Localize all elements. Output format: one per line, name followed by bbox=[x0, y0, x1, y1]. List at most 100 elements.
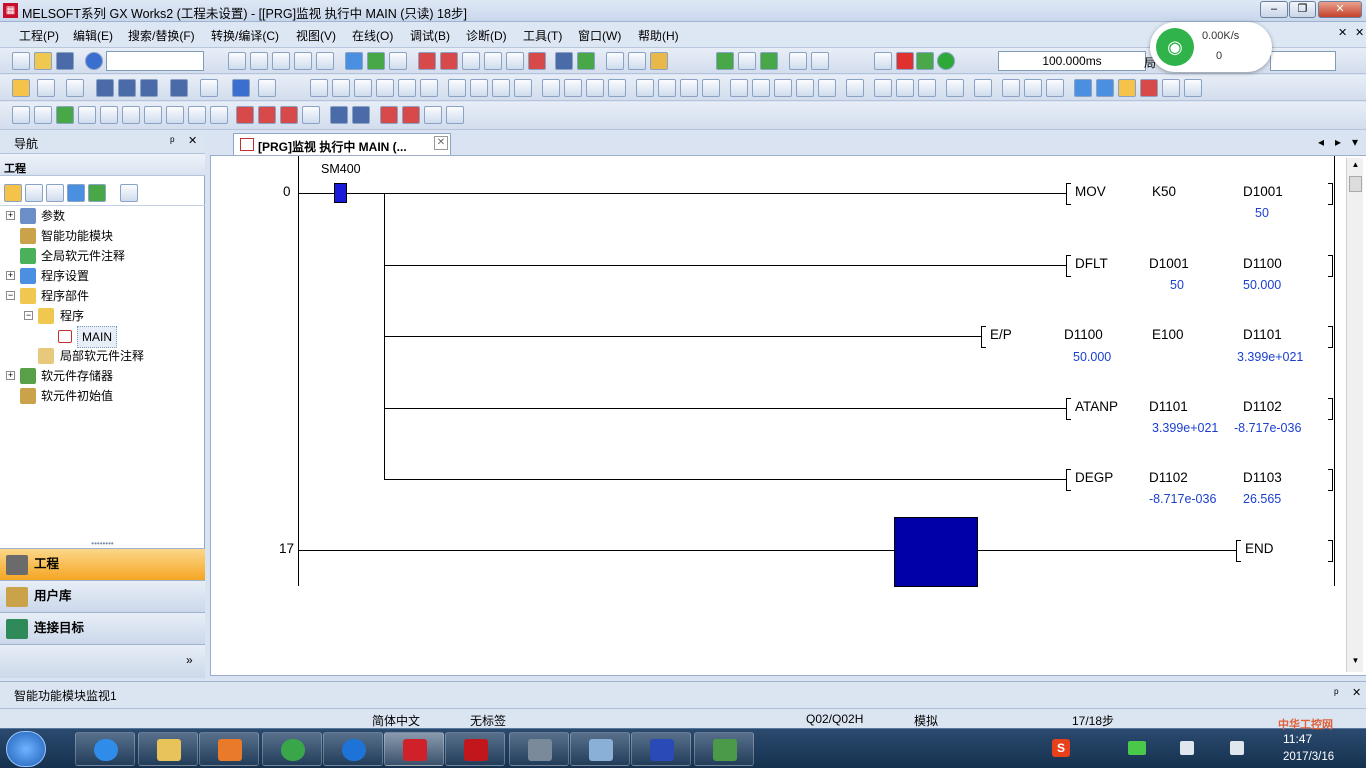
tool-o-icon[interactable] bbox=[1140, 79, 1158, 97]
nav-button-project[interactable]: 工程 bbox=[0, 548, 205, 580]
paste-item-icon[interactable] bbox=[46, 184, 64, 202]
tab-next-icon[interactable]: ▸ bbox=[1335, 135, 1341, 149]
instruction-search-icon[interactable] bbox=[389, 52, 407, 70]
vline-delete-icon[interactable] bbox=[514, 79, 532, 97]
menu-help[interactable]: 帮助(H) bbox=[638, 27, 679, 44]
operation2-icon[interactable] bbox=[680, 79, 698, 97]
clock-time[interactable]: 11:47 bbox=[1283, 732, 1312, 746]
network-widget[interactable]: ◉ 0.00K/s 0 bbox=[1150, 22, 1272, 72]
paste-icon[interactable] bbox=[272, 52, 290, 70]
tree-item-main[interactable]: MAIN bbox=[0, 326, 200, 348]
list-icon[interactable] bbox=[66, 79, 84, 97]
vline-icon[interactable] bbox=[492, 79, 510, 97]
tool-l-icon[interactable] bbox=[1046, 79, 1064, 97]
edit-j-icon[interactable] bbox=[210, 106, 228, 124]
taskbar-ie[interactable] bbox=[75, 732, 135, 766]
af9-icon[interactable] bbox=[818, 79, 836, 97]
tool-a-icon[interactable] bbox=[606, 52, 624, 70]
falling-pulse-icon[interactable] bbox=[564, 79, 582, 97]
panel-close-icon[interactable]: ✕ bbox=[1352, 686, 1361, 699]
restore-button[interactable]: ❐ bbox=[1289, 1, 1316, 18]
help-icon[interactable] bbox=[85, 52, 103, 70]
device-replace-icon[interactable] bbox=[367, 52, 385, 70]
write-to-plc-icon[interactable] bbox=[418, 52, 436, 70]
zoom2-icon[interactable] bbox=[1184, 79, 1202, 97]
more-chevron-icon[interactable]: » bbox=[186, 653, 193, 667]
taskbar-k-app[interactable] bbox=[323, 732, 383, 766]
cut-icon[interactable] bbox=[228, 52, 246, 70]
simulation-icon[interactable] bbox=[716, 52, 734, 70]
tree-item-device-memory[interactable]: + 软元件存储器 bbox=[0, 366, 200, 386]
device-register-icon[interactable] bbox=[577, 52, 595, 70]
sim-run-icon[interactable] bbox=[760, 52, 778, 70]
mdi-close-icon-2[interactable]: ✕ bbox=[1355, 26, 1364, 39]
start-button[interactable] bbox=[6, 731, 46, 767]
scope-combo[interactable] bbox=[1270, 51, 1336, 71]
tray-wifi-icon[interactable] bbox=[1128, 741, 1146, 755]
sim-tool-icon[interactable] bbox=[789, 52, 807, 70]
instruction-dflt[interactable]: DFLT bbox=[1075, 256, 1108, 271]
tree-expander[interactable]: + bbox=[6, 271, 15, 280]
rising-branch-icon[interactable] bbox=[586, 79, 604, 97]
instruction-atanp[interactable]: ATANP bbox=[1075, 399, 1118, 414]
help2-icon[interactable] bbox=[232, 79, 250, 97]
tool-d-icon[interactable] bbox=[846, 79, 864, 97]
menu-tools[interactable]: 工具(T) bbox=[523, 27, 562, 44]
closed-branch-sf6-icon[interactable] bbox=[376, 79, 394, 97]
scroll-thumb[interactable] bbox=[1349, 176, 1362, 192]
tree-item-device-init[interactable]: 软元件初始值 bbox=[0, 386, 200, 406]
instruction-f8-icon[interactable] bbox=[420, 79, 438, 97]
edit-d-icon[interactable] bbox=[78, 106, 96, 124]
tray-volume-icon[interactable] bbox=[1180, 741, 1194, 755]
tree-expander[interactable]: − bbox=[6, 291, 15, 300]
dev4-icon[interactable] bbox=[170, 79, 188, 97]
delete-c-icon[interactable] bbox=[280, 106, 298, 124]
clock-date[interactable]: 2017/3/16 bbox=[1283, 751, 1334, 763]
edit-b-icon[interactable] bbox=[34, 106, 52, 124]
tool-g-icon[interactable] bbox=[918, 79, 936, 97]
copy-item-icon[interactable] bbox=[25, 184, 43, 202]
cursor-selection[interactable] bbox=[894, 517, 978, 587]
tool-h-icon[interactable] bbox=[946, 79, 964, 97]
tree-expander[interactable]: + bbox=[6, 211, 15, 220]
delete-d-icon[interactable] bbox=[302, 106, 320, 124]
open-contact-f5-icon[interactable] bbox=[310, 79, 328, 97]
run-icon[interactable] bbox=[896, 52, 914, 70]
dev6-icon[interactable] bbox=[352, 106, 370, 124]
tool-j-icon[interactable] bbox=[1002, 79, 1020, 97]
invert-icon[interactable] bbox=[636, 79, 654, 97]
scan-time-field[interactable]: 100.000ms bbox=[998, 51, 1146, 71]
menu-debug[interactable]: 调试(B) bbox=[410, 27, 450, 44]
edit-g-icon[interactable] bbox=[144, 106, 162, 124]
verify-plc-icon[interactable] bbox=[462, 52, 480, 70]
tree-item-global-comment[interactable]: 全局软元件注释 bbox=[0, 246, 200, 266]
menu-edit[interactable]: 编辑(E) bbox=[73, 27, 113, 44]
menu-window[interactable]: 窗口(W) bbox=[578, 27, 621, 44]
sm400-contact-on[interactable] bbox=[334, 183, 347, 203]
mdi-close-icon[interactable]: ✕ bbox=[1338, 26, 1347, 39]
instruction-degp[interactable]: DEGP bbox=[1075, 470, 1113, 485]
dev3-icon[interactable] bbox=[140, 79, 158, 97]
tool-c-icon[interactable] bbox=[650, 52, 668, 70]
device-search-icon[interactable] bbox=[345, 52, 363, 70]
falling-branch-icon[interactable] bbox=[608, 79, 626, 97]
warning-icon[interactable] bbox=[916, 52, 934, 70]
ladder-diagram[interactable]: 0 SM400 MOV K50 D1001 50 DFLT D1001 D110… bbox=[210, 155, 1366, 676]
open-branch-f6-icon[interactable] bbox=[354, 79, 372, 97]
new-item-icon[interactable] bbox=[4, 184, 22, 202]
tool-b-icon[interactable] bbox=[628, 52, 646, 70]
nav-button-library[interactable]: 用户库 bbox=[0, 580, 205, 612]
module-icon[interactable] bbox=[37, 79, 55, 97]
tool-e-icon[interactable] bbox=[874, 79, 892, 97]
project-combo[interactable] bbox=[106, 51, 204, 71]
zoom-icon[interactable] bbox=[258, 79, 276, 97]
tray-network-icon[interactable] bbox=[1230, 741, 1244, 755]
project-view-icon[interactable] bbox=[12, 79, 30, 97]
taskbar-photos[interactable] bbox=[694, 732, 754, 766]
taskbar-media[interactable] bbox=[199, 732, 259, 766]
edit-l-icon[interactable] bbox=[446, 106, 464, 124]
taskbar-screenshot[interactable] bbox=[509, 732, 569, 766]
edit-f-icon[interactable] bbox=[122, 106, 140, 124]
tab-prev-icon[interactable]: ◂ bbox=[1318, 135, 1324, 149]
af5-icon[interactable] bbox=[730, 79, 748, 97]
